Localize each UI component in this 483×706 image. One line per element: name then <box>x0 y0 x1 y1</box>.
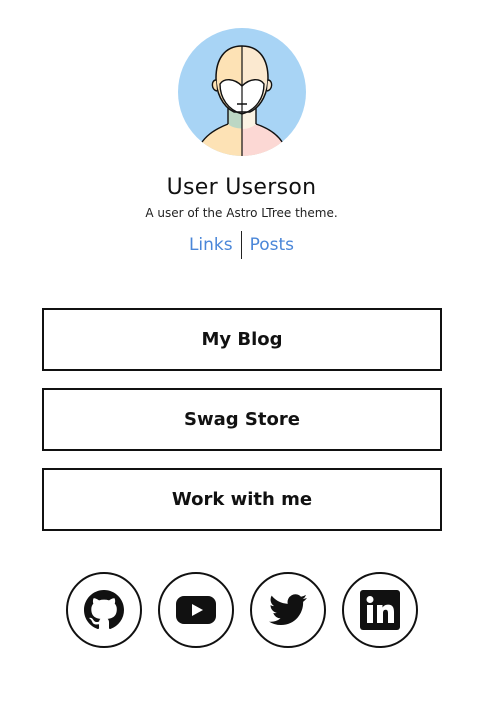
swag-store-button[interactable]: Swag Store <box>42 388 442 451</box>
work-with-me-button[interactable]: Work with me <box>42 468 442 531</box>
youtube-icon <box>176 596 216 624</box>
github-link[interactable] <box>66 572 142 648</box>
twitter-link[interactable] <box>250 572 326 648</box>
github-icon <box>84 590 124 630</box>
linkedin-link[interactable] <box>342 572 418 648</box>
linkedin-icon <box>360 590 400 630</box>
my-blog-button[interactable]: My Blog <box>42 308 442 371</box>
avatar <box>178 28 306 156</box>
profile-nav: Links Posts <box>0 231 483 259</box>
twitter-icon <box>269 594 307 626</box>
profile-name: User Userson <box>166 175 317 200</box>
nav-links-tab[interactable]: Links <box>181 231 241 259</box>
youtube-link[interactable] <box>158 572 234 648</box>
avatar-illustration <box>178 28 306 156</box>
nav-posts-tab[interactable]: Posts <box>242 231 302 259</box>
profile-tagline: A user of the Astro LTree theme. <box>145 206 338 220</box>
